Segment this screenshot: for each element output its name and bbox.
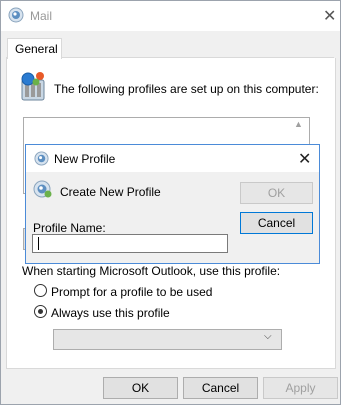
- new-profile-title-icon: [34, 151, 49, 169]
- prompt-profile-radio[interactable]: [34, 284, 47, 297]
- apply-button[interactable]: Apply: [263, 377, 338, 399]
- chevron-down-icon[interactable]: ⌵: [264, 331, 272, 342]
- profile-name-input[interactable]: [32, 234, 228, 253]
- ok-button[interactable]: OK: [103, 377, 178, 399]
- new-profile-ok-button[interactable]: OK: [240, 182, 313, 204]
- always-use-profile-label[interactable]: Always use this profile: [51, 306, 170, 320]
- mail-app-icon: [8, 7, 24, 26]
- new-profile-title: New Profile: [54, 152, 116, 166]
- profile-dropdown[interactable]: [53, 329, 282, 350]
- create-new-profile-text: Create New Profile: [60, 185, 161, 199]
- window-title: Mail: [30, 9, 53, 23]
- always-use-profile-radio[interactable]: [34, 305, 47, 318]
- listbox-scroll-up-icon[interactable]: ▲: [294, 119, 303, 129]
- cancel-button[interactable]: Cancel: [183, 377, 258, 399]
- new-profile-close-button[interactable]: ✕: [298, 149, 311, 169]
- radio-selected-dot: [38, 309, 43, 314]
- prompt-profile-label[interactable]: Prompt for a profile to be used: [51, 285, 212, 299]
- text-caret: [38, 237, 39, 250]
- startup-profile-description: When starting Microsoft Outlook, use thi…: [22, 264, 281, 278]
- tab-general-label: General: [15, 42, 58, 56]
- create-profile-icon: [33, 179, 53, 202]
- profiles-description: The following profiles are set up on thi…: [54, 82, 319, 96]
- profile-name-label: Profile Name:: [33, 221, 106, 235]
- new-profile-cancel-button[interactable]: Cancel: [240, 212, 313, 234]
- window-close-button[interactable]: ✕: [323, 6, 336, 26]
- mail-profiles-icon: [18, 70, 48, 105]
